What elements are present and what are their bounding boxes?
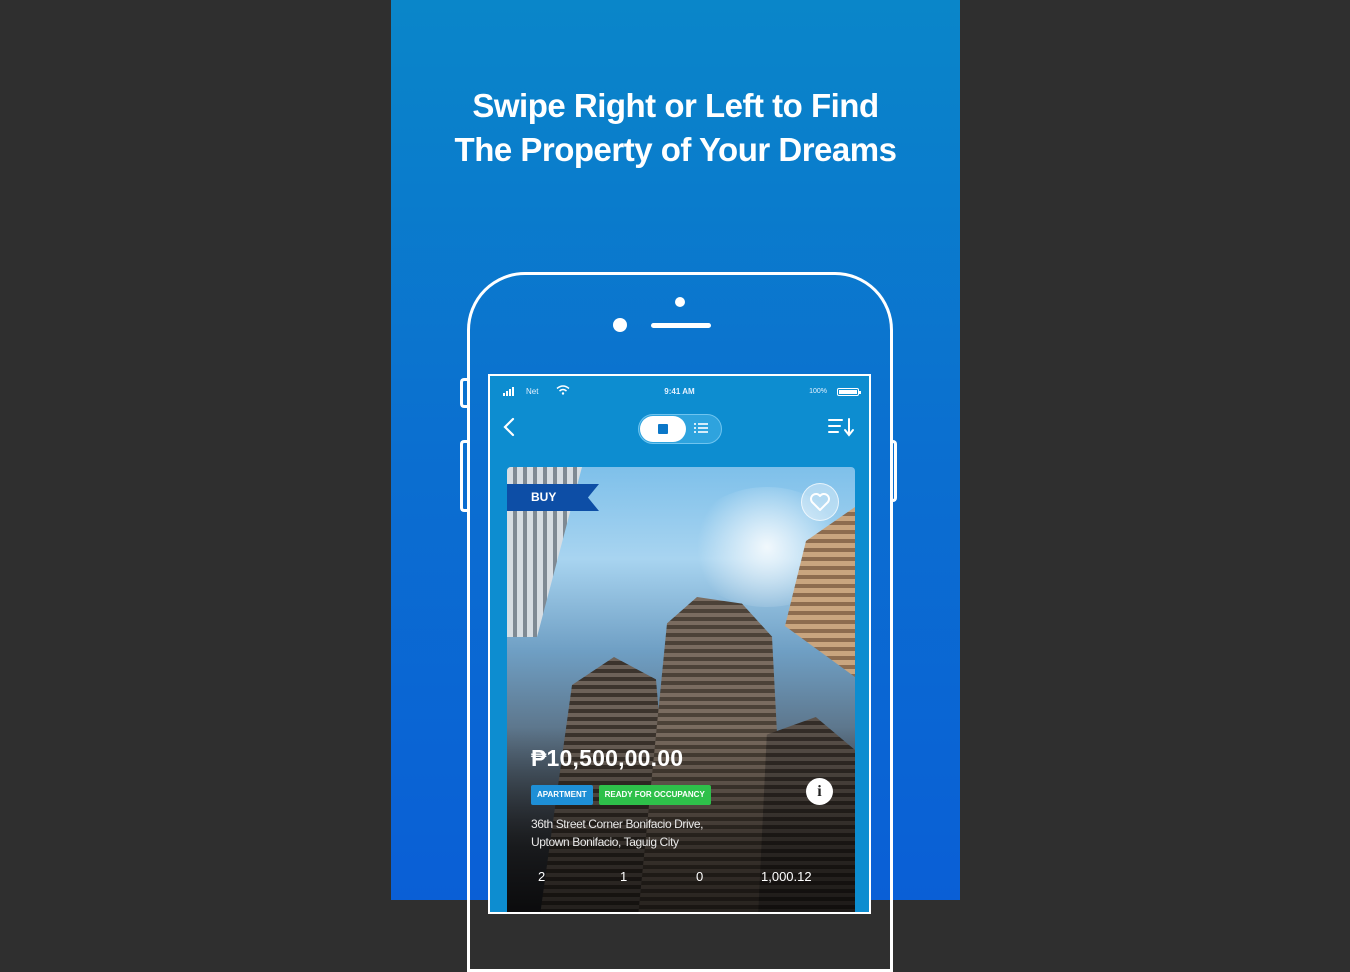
- info-icon[interactable]: i: [806, 778, 833, 805]
- phone-mute-switch: [460, 378, 467, 408]
- list-view-icon[interactable]: [694, 422, 708, 436]
- card-view-icon: [658, 424, 668, 434]
- phone-power-button: [890, 440, 897, 502]
- sort-icon[interactable]: [827, 416, 855, 444]
- app-screen: Net 9:41 AM 100% BUY ₱10,500,00.00 APART…: [488, 374, 871, 914]
- status-bar: Net 9:41 AM 100%: [490, 376, 869, 406]
- phone-mockup: Net 9:41 AM 100% BUY ₱10,500,00.00 APART…: [391, 0, 960, 972]
- heart-icon[interactable]: [801, 483, 839, 521]
- battery-icon: [837, 388, 861, 396]
- floor-area: 1,000.12: [761, 869, 812, 884]
- listing-type-badge: BUY: [507, 484, 599, 511]
- phone-volume-button: [460, 440, 467, 512]
- listing-address: 36th Street Corner Bonifacio Drive, Upto…: [531, 815, 703, 851]
- address-line-2: Uptown Bonifacio, Taguig City: [531, 835, 679, 849]
- speaker-grille: [651, 323, 711, 328]
- occupancy-status-tag: READY FOR OCCUPANCY: [598, 785, 711, 805]
- bathrooms-count: 1: [620, 869, 628, 884]
- view-toggle[interactable]: [638, 414, 722, 444]
- bedrooms-count: 2: [538, 869, 546, 884]
- property-type-tag: APARTMENT: [531, 785, 593, 805]
- nav-bar: [490, 410, 869, 450]
- sensor-dot: [613, 318, 627, 332]
- property-card[interactable]: BUY ₱10,500,00.00 APARTMENT READY FOR OC…: [507, 467, 855, 912]
- card-view-option[interactable]: [640, 416, 686, 442]
- listing-stats: 2 1 0 1,000.12: [507, 869, 855, 889]
- battery-percent: 100%: [809, 388, 827, 395]
- address-line-1: 36th Street Corner Bonifacio Drive,: [531, 817, 704, 831]
- listing-tags: APARTMENT READY FOR OCCUPANCY: [531, 785, 711, 805]
- parking-count: 0: [696, 869, 704, 884]
- camera-icon: [675, 297, 685, 307]
- listing-price: ₱10,500,00.00: [531, 745, 684, 771]
- chevron-left-icon[interactable]: [502, 416, 516, 443]
